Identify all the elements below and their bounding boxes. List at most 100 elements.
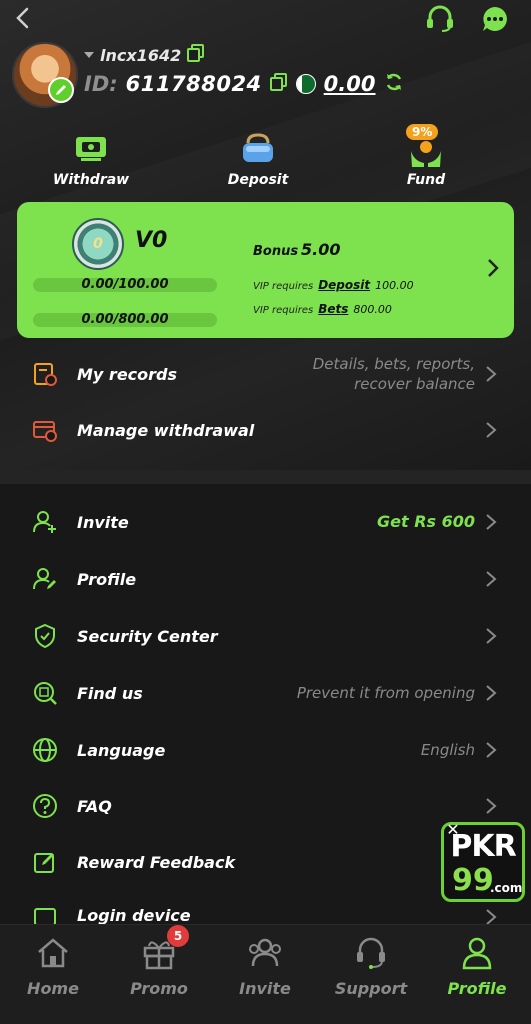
nav-support[interactable]: Support [318, 933, 424, 998]
balance-value: 0.00 [323, 72, 376, 96]
ad-logo-number: 99 [452, 863, 494, 898]
caret-down-icon[interactable] [84, 52, 94, 58]
menu-label: Manage withdrawal [77, 420, 255, 440]
refresh-icon[interactable] [384, 72, 404, 96]
deposit-button[interactable]: Deposit [203, 128, 313, 188]
invite-people-icon [245, 933, 285, 973]
bonus-value: 5.00 [301, 240, 341, 259]
nav-label: Profile [447, 979, 507, 998]
fund-button[interactable]: 9% Fund [371, 124, 481, 188]
chat-icon[interactable] [480, 4, 510, 34]
menu-item-language[interactable]: Language English [0, 722, 531, 778]
chevron-right-icon [488, 259, 499, 277]
profile-icon [457, 933, 497, 973]
nav-label: Home [27, 979, 79, 998]
bets-progress-text: 0.00/800.00 [81, 312, 169, 327]
menu-item-find-us[interactable]: Find us Prevent it from opening [0, 665, 531, 721]
chevron-right-icon [486, 628, 497, 644]
withdraw-button[interactable]: Withdraw [36, 128, 146, 188]
wallet-icon [238, 128, 278, 168]
headset-icon [351, 933, 391, 973]
menu-label: My records [77, 364, 178, 384]
menu-label: FAQ [77, 796, 112, 816]
fund-label: Fund [406, 172, 446, 188]
feedback-edit-icon [30, 847, 60, 877]
vip-bets-requirement: VIP requires Bets 800.00 [253, 302, 392, 316]
bottom-nav: Home 5 Promo Invite Support Profile [0, 924, 531, 1024]
user-id: 611788024 [125, 72, 262, 96]
chevron-right-icon [486, 685, 497, 701]
edit-avatar-icon[interactable] [48, 77, 74, 103]
req-deposit-amount: 100.00 [375, 279, 414, 292]
menu-label: Profile [77, 569, 137, 589]
card-settings-icon [30, 415, 60, 445]
nav-promo[interactable]: 5 Promo [106, 925, 212, 998]
bonus-label: Bonus [253, 244, 299, 259]
shield-check-icon [30, 621, 60, 651]
vip-card[interactable]: 0 V0 0.00/100.00 0.00/800.00 Bonus 5.00 … [17, 202, 514, 338]
deposit-link[interactable]: Deposit [318, 278, 370, 292]
headset-icon[interactable] [424, 4, 456, 34]
menu-hint: English [420, 741, 475, 759]
records-icon [30, 359, 60, 389]
nav-label: Invite [239, 979, 291, 998]
menu-item-my-records[interactable]: My records Details, bets, reports, recove… [0, 346, 531, 402]
copy-icon[interactable] [187, 44, 205, 66]
menu-label: Find us [77, 683, 143, 703]
id-label: ID: [84, 72, 118, 96]
find-us-icon [30, 678, 60, 708]
menu-item-manage-withdrawal[interactable]: Manage withdrawal [0, 402, 531, 458]
deposit-progress-text: 0.00/100.00 [81, 277, 169, 292]
username-row: lncx1642 [84, 44, 205, 66]
vip-badge-icon: 0 [72, 218, 124, 270]
question-icon [30, 791, 60, 821]
nav-home[interactable]: Home [0, 933, 106, 998]
menu-hint: Get Rs 600 [376, 512, 475, 531]
ad-logo-suffix: .com [490, 881, 523, 895]
back-icon[interactable] [8, 4, 36, 32]
device-icon [30, 904, 60, 924]
section-divider [0, 470, 531, 484]
menu-label: Security Center [77, 626, 218, 646]
nav-label: Promo [130, 979, 188, 998]
withdraw-label: Withdraw [52, 172, 130, 188]
req-bets-amount: 800.00 [353, 303, 392, 316]
chevron-right-icon [486, 742, 497, 758]
fund-hands-icon: 9% [406, 124, 446, 168]
chevron-right-icon [486, 514, 497, 530]
nav-profile[interactable]: Profile [424, 933, 530, 998]
close-icon[interactable]: ✕ [444, 820, 462, 839]
vip-deposit-requirement: VIP requires Deposit 100.00 [253, 278, 414, 292]
quick-actions: Withdraw Deposit 9% Fund [0, 124, 531, 198]
req-deposit-prefix: VIP requires [253, 281, 314, 292]
chevron-right-icon [486, 422, 497, 438]
copy-id-icon[interactable] [269, 73, 288, 95]
menu-label: Login device [77, 906, 191, 924]
menu-item-security-center[interactable]: Security Center [0, 608, 531, 664]
chevron-right-icon [486, 798, 497, 814]
menu-label: Language [77, 740, 166, 760]
pakistan-flag-icon [295, 74, 316, 94]
menu-hint: Prevent it from opening [296, 684, 475, 702]
profile-edit-icon [30, 564, 60, 594]
menu-item-profile[interactable]: Profile [0, 551, 531, 607]
invite-user-icon [30, 507, 60, 537]
bets-link[interactable]: Bets [318, 302, 348, 316]
vip-level: V0 [135, 228, 168, 253]
menu-label: Invite [77, 512, 129, 532]
chevron-right-icon [486, 571, 497, 587]
username: lncx1642 [100, 45, 182, 65]
nav-label: Support [334, 979, 408, 998]
id-row: ID: 611788024 0.00 [84, 72, 404, 96]
chevron-right-icon [486, 366, 497, 382]
menu-hint: Details, bets, reports, recover balance [312, 355, 475, 393]
withdraw-icon [71, 128, 111, 168]
menu-item-invite[interactable]: Invite Get Rs 600 [0, 494, 531, 550]
req-bets-prefix: VIP requires [253, 305, 314, 316]
menu-label: Reward Feedback [77, 852, 236, 872]
deposit-label: Deposit [227, 172, 289, 188]
chevron-right-icon [486, 909, 497, 924]
gift-icon: 5 [139, 925, 189, 973]
fund-percent-badge: 9% [406, 124, 439, 140]
nav-invite[interactable]: Invite [212, 933, 318, 998]
